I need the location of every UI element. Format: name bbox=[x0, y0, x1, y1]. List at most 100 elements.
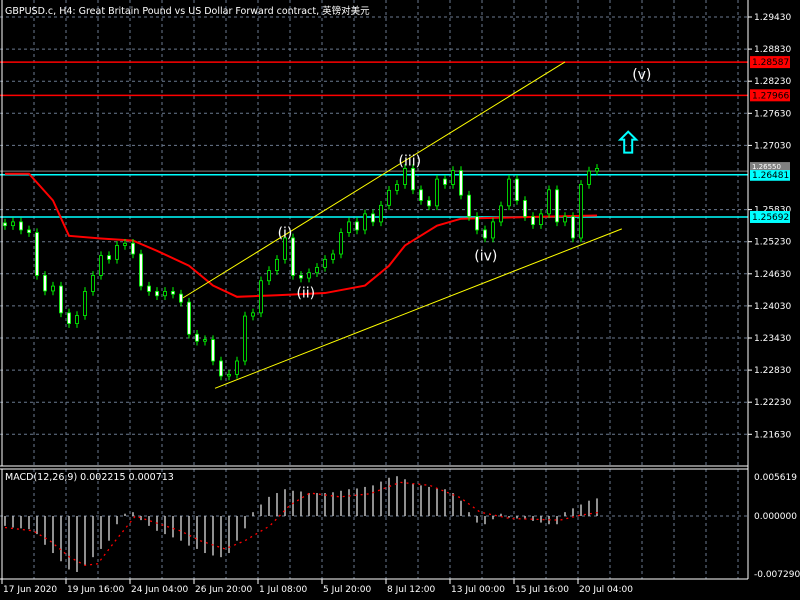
time-label: 19 Jun 16:00 bbox=[67, 585, 124, 595]
candle-body bbox=[539, 213, 543, 225]
candle-body bbox=[179, 293, 183, 303]
candle-body bbox=[323, 258, 327, 268]
candle-body bbox=[91, 275, 95, 292]
price-tick-label: 1.28230 bbox=[754, 77, 791, 87]
price-tick-label: 1.25230 bbox=[754, 238, 791, 248]
price-tick-label: 1.22830 bbox=[754, 366, 791, 376]
up-arrow-icon bbox=[617, 130, 639, 154]
candle-body bbox=[275, 258, 279, 271]
candle-body bbox=[547, 189, 551, 215]
time-label: 26 Jun 20:00 bbox=[195, 585, 252, 595]
candle-body bbox=[19, 221, 23, 231]
candle-body bbox=[147, 285, 151, 292]
candle-body bbox=[531, 216, 535, 225]
candle-body bbox=[99, 255, 103, 276]
candle-body bbox=[203, 339, 207, 342]
price-tick-label: 1.24030 bbox=[754, 302, 791, 312]
candle-body bbox=[451, 170, 455, 185]
candle-body bbox=[123, 242, 127, 246]
candle-body bbox=[115, 245, 119, 260]
candle-body bbox=[219, 360, 223, 377]
candle-body bbox=[315, 266, 319, 274]
level-label: 1.26481 bbox=[752, 171, 789, 181]
macd-label: MACD(12,26,9) 0.002215 0.000713 bbox=[5, 472, 174, 483]
macd-tick-label: 0.000000 bbox=[754, 512, 797, 522]
price-tick-label: 1.24630 bbox=[754, 270, 791, 280]
level-label: 1.28587 bbox=[752, 58, 789, 68]
candle-body bbox=[435, 178, 439, 207]
candle-body bbox=[411, 168, 415, 191]
candle-body bbox=[515, 178, 519, 201]
candle-body bbox=[483, 229, 487, 239]
price-tick-label: 1.27630 bbox=[754, 109, 791, 119]
candle-body bbox=[227, 373, 231, 377]
wave-label: (i) bbox=[278, 226, 293, 242]
price-tick-label: 1.29430 bbox=[754, 13, 791, 23]
macd-signal-line bbox=[4, 481, 601, 567]
candle-body bbox=[403, 168, 407, 185]
candle-body bbox=[3, 222, 7, 227]
candle-body bbox=[267, 270, 271, 282]
level-label: 1.25692 bbox=[752, 213, 789, 223]
time-label: 8 Jul 12:00 bbox=[387, 585, 436, 595]
candle-body bbox=[11, 221, 15, 227]
candle-body bbox=[491, 221, 495, 239]
price-tick-label: 1.21630 bbox=[754, 430, 791, 440]
candle-body bbox=[251, 312, 255, 317]
candle-body bbox=[51, 285, 55, 292]
candle-body bbox=[475, 216, 479, 231]
chart-title: GBPUSD.c, H4: Great Britain Pound vs US … bbox=[5, 6, 370, 17]
candle-body bbox=[419, 189, 423, 201]
candle-body bbox=[211, 339, 215, 362]
candle-body bbox=[443, 178, 447, 185]
macd-tick-label: -0.007290 bbox=[754, 570, 800, 580]
candle-body bbox=[331, 253, 335, 260]
candle-body bbox=[155, 291, 159, 297]
candle-body bbox=[27, 229, 31, 234]
candle-body bbox=[259, 280, 263, 314]
candle-body bbox=[291, 237, 295, 276]
candle-body bbox=[363, 213, 367, 231]
candle-body bbox=[523, 200, 527, 217]
time-label: 1 Jul 08:00 bbox=[259, 585, 308, 595]
time-label: 13 Jul 00:00 bbox=[451, 585, 505, 595]
candle-body bbox=[243, 315, 247, 362]
time-label: 5 Jul 20:00 bbox=[323, 585, 372, 595]
candle-body bbox=[195, 333, 199, 342]
candle-body bbox=[67, 312, 71, 324]
candles bbox=[3, 164, 599, 381]
wave-label: (iv) bbox=[474, 249, 497, 265]
candle-body bbox=[43, 275, 47, 292]
candle-body bbox=[467, 194, 471, 217]
macd-panel bbox=[4, 476, 601, 572]
candle-body bbox=[571, 216, 575, 239]
price-tick-label: 1.27030 bbox=[754, 141, 791, 151]
candle-body bbox=[555, 189, 559, 223]
price-tick-label: 1.28830 bbox=[754, 45, 791, 55]
time-label: 17 Jun 2020 bbox=[3, 585, 57, 595]
candle-body bbox=[499, 205, 503, 223]
candle-body bbox=[579, 184, 583, 239]
time-label: 20 Jul 04:00 bbox=[579, 585, 633, 595]
candle-body bbox=[163, 291, 167, 297]
candle-body bbox=[75, 315, 79, 324]
wave-labels: (i) (ii) (iii) (iv) (v) bbox=[278, 67, 652, 301]
candle-body bbox=[35, 232, 39, 276]
candle-body bbox=[379, 204, 383, 223]
price-tick-label: 1.23430 bbox=[754, 334, 791, 344]
candle-body bbox=[299, 275, 303, 279]
time-label: 15 Jul 16:00 bbox=[515, 585, 569, 595]
chart-canvas[interactable]: (i) (ii) (iii) (iv) (v) 1.29430 1.28830 1.2823… bbox=[0, 0, 800, 600]
candle-body bbox=[387, 189, 391, 206]
candle-body bbox=[107, 255, 111, 260]
wave-label: (iii) bbox=[399, 153, 422, 169]
candle-body bbox=[131, 242, 135, 255]
candle-body bbox=[347, 221, 351, 234]
candle-body bbox=[587, 170, 591, 185]
candle-body bbox=[139, 253, 143, 287]
trendlines bbox=[182, 61, 639, 389]
level-label: 1.27966 bbox=[752, 91, 789, 101]
price-tick-label: 1.22230 bbox=[754, 398, 791, 408]
candle-body bbox=[427, 200, 431, 207]
candle-body bbox=[339, 232, 343, 255]
